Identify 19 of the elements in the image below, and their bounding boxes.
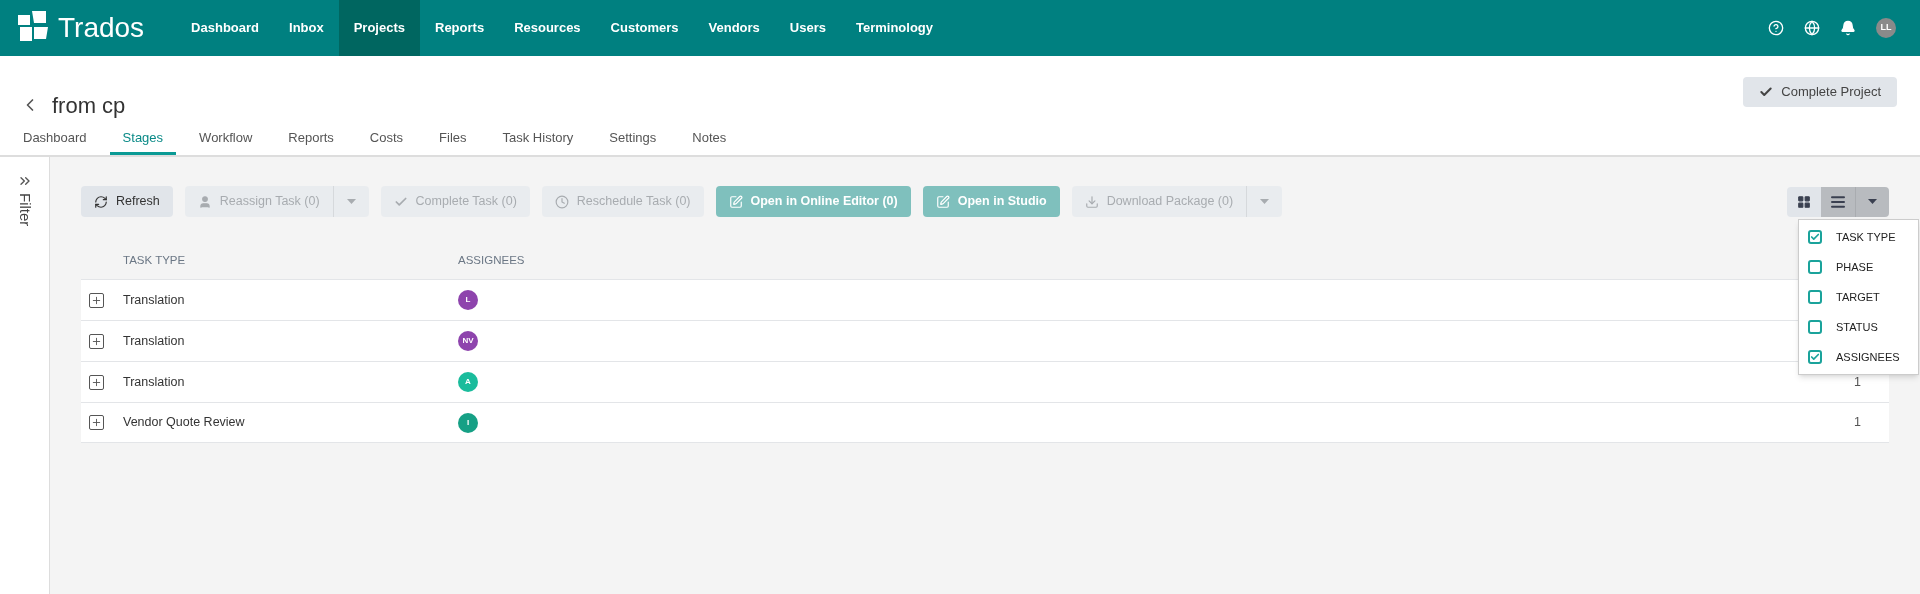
- table-cell-text: Translation: [123, 373, 186, 391]
- assignee-avatar: NV: [458, 331, 478, 351]
- column-header: ASSIGNEES: [458, 253, 525, 269]
- menu-item-label: TARGET: [1836, 289, 1880, 305]
- table-cell-text: Translation: [123, 332, 186, 350]
- assignee-avatar: A: [458, 372, 478, 392]
- assignee-avatar: I: [458, 412, 478, 433]
- table-cell-text: Translation: [123, 291, 186, 309]
- filter-label: Filter: [15, 193, 35, 227]
- project-title: from cp: [52, 91, 126, 120]
- menu-item-label: TASK TYPE: [1836, 229, 1896, 245]
- logo-text: Trados: [58, 14, 145, 42]
- assignee-avatar: L: [458, 290, 478, 310]
- menu-item-label: PHASE: [1836, 259, 1874, 275]
- table-cell-text: Vendor Quote Review: [123, 414, 246, 432]
- column-header: TASK TYPE: [123, 253, 187, 269]
- table-cell-text: 1: [1854, 414, 1861, 432]
- menu-item-label: STATUS: [1836, 319, 1878, 335]
- table-cell-text: 1: [1854, 373, 1861, 391]
